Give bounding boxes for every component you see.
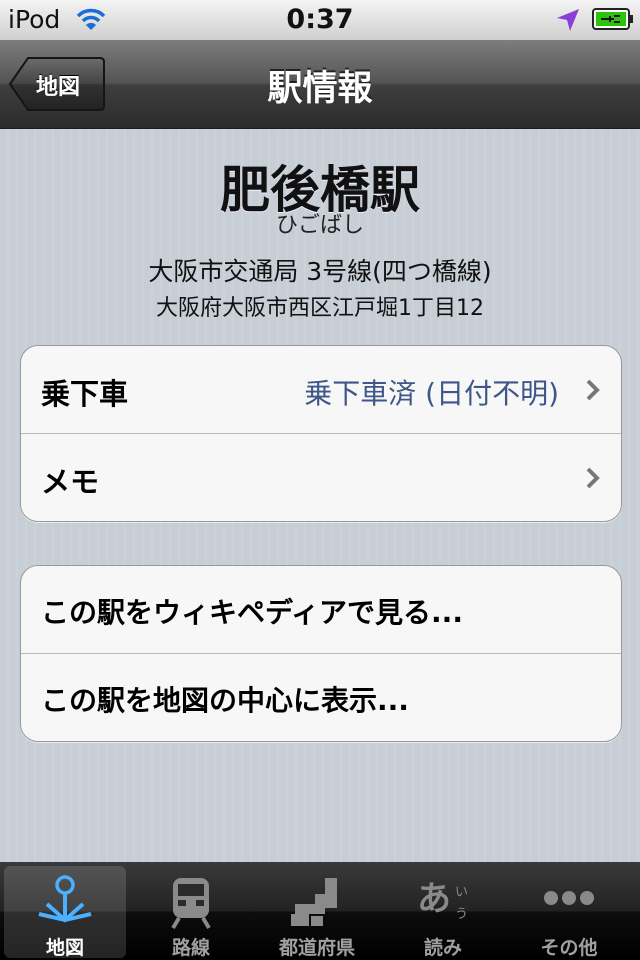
train-icon: [171, 878, 211, 930]
battery-charging-icon: [592, 8, 634, 30]
map-pin-icon: [38, 875, 92, 923]
actions-group: この駅をウィキペディアで見る... この駅を地図の中心に表示...: [20, 565, 622, 742]
tab-more-label: その他: [540, 937, 598, 959]
boarding-status-label: 乗下車: [41, 377, 129, 411]
boarding-status-row[interactable]: 乗下車 乗下車済 (日付不明): [21, 346, 621, 434]
memo-label: メモ: [41, 465, 100, 499]
tab-map-label: 地図: [45, 937, 84, 959]
reading-icon: あ い う: [417, 879, 468, 922]
station-line: 大阪市交通局 3号線(四つ橋線): [148, 257, 492, 286]
memo-row[interactable]: メモ: [21, 434, 621, 521]
tab-prefectures[interactable]: 都道府県: [256, 866, 378, 959]
boarding-status-value: 乗下車済 (日付不明): [304, 377, 559, 410]
prefecture-icon: [291, 878, 337, 926]
tab-prefectures-label: 都道府県: [278, 937, 355, 959]
details-group: 乗下車 乗下車済 (日付不明) メモ: [20, 345, 622, 522]
chevron-right-icon: [586, 467, 600, 489]
svg-text:う: う: [455, 907, 468, 922]
clock: 0:37: [286, 4, 354, 35]
navigation-bar: 地図 駅情報: [0, 40, 640, 129]
status-bar: iPod 0:37: [0, 0, 640, 41]
tab-map[interactable]: 地図: [4, 866, 126, 959]
tab-more[interactable]: その他: [508, 866, 630, 959]
tab-lines-label: 路線: [171, 937, 210, 959]
tab-bar: 地図 路線 都道府県 あ い う 読み その他: [0, 862, 640, 960]
more-icon: [544, 891, 594, 905]
page-title: 駅情報: [267, 69, 373, 109]
tab-lines[interactable]: 路線: [130, 866, 252, 959]
open-wikipedia-label: この駅をウィキペディアで見る...: [41, 596, 463, 629]
tab-reading-label: 読み: [423, 937, 462, 959]
open-wikipedia-row[interactable]: この駅をウィキペディアで見る...: [21, 566, 621, 654]
svg-text:い: い: [455, 885, 468, 900]
location-arrow-icon: [554, 6, 582, 34]
station-address: 大阪府大阪市西区江戸堀1丁目12: [156, 296, 484, 321]
center-on-map-label: この駅を地図の中心に表示...: [41, 684, 409, 717]
center-on-map-row[interactable]: この駅を地図の中心に表示...: [21, 654, 621, 741]
station-reading: ひごばし: [275, 213, 364, 238]
svg-text:あ: あ: [417, 879, 451, 919]
chevron-right-icon: [586, 379, 600, 401]
tab-reading[interactable]: あ い う 読み: [382, 866, 504, 959]
